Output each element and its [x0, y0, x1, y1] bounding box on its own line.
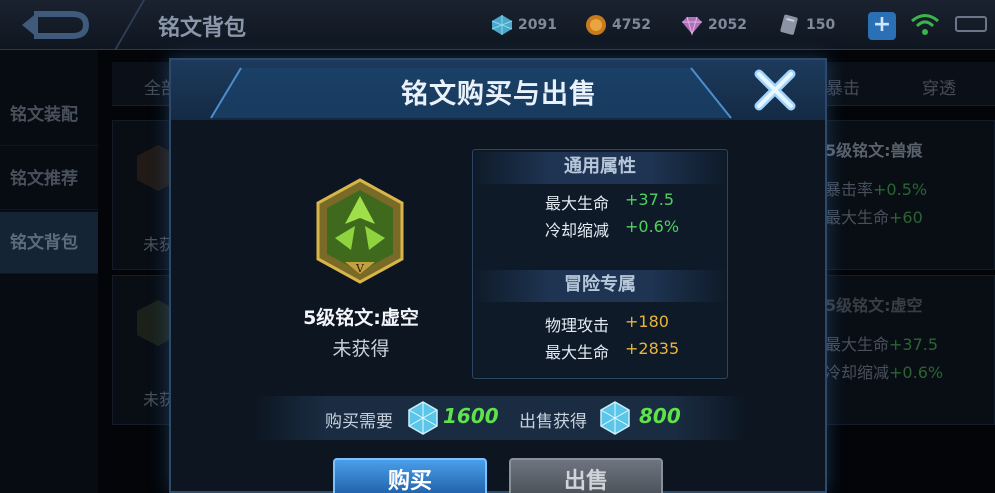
diamond-icon [682, 16, 702, 36]
adventure-attributes-heading: 冒险专属 [473, 270, 727, 302]
buy-cost-label: 购买需要 [325, 412, 393, 432]
attribute-row: 冷却缩减 +0.6% [544, 217, 680, 240]
voucher-counter: 150 [778, 12, 835, 38]
sell-gain-label: 出售获得 [519, 412, 587, 432]
attributes-panel: 通用属性 最大生命 +37.5 冷却缩减 +0.6% 冒险专属 物理攻击 +18… [472, 149, 728, 379]
sell-button[interactable]: 出售 [509, 458, 663, 493]
battery-icon [955, 16, 987, 32]
price-bar: 购买需要 1600 出售获得 800 [251, 396, 749, 440]
close-icon[interactable] [751, 66, 799, 114]
buy-button[interactable]: 购买 [333, 458, 487, 493]
top-bar: 铭文背包 2091 4752 2052 150 + [0, 0, 995, 50]
general-attributes-heading: 通用属性 [473, 152, 727, 184]
rune-void-icon: V [316, 178, 404, 284]
back-arrow-icon[interactable] [14, 6, 104, 44]
buy-cost-value: 1600 [443, 404, 499, 428]
rune-status: 未获得 [332, 338, 390, 360]
voucher-icon [780, 14, 798, 35]
crystal-icon [600, 401, 630, 435]
dialog-header: 铭文购买与出售 [171, 60, 825, 120]
page-title: 铭文背包 [158, 16, 247, 41]
crystal-icon [408, 401, 438, 435]
gold-coin-icon [586, 15, 606, 35]
dialog-title: 铭文购买与出售 [401, 79, 597, 110]
sell-gain-value: 800 [639, 404, 681, 428]
rune-trade-dialog: 铭文购买与出售 V 5级铭文:虚空 未获得 通用属性 最大生命 +37.5 冷却… [169, 58, 827, 493]
crystal-icon [491, 15, 513, 35]
crystal-counter: 2091 [490, 12, 557, 38]
attribute-row: 物理攻击 +180 [544, 312, 669, 335]
diamond-counter: 2052 [680, 12, 747, 38]
gold-counter: 4752 [584, 12, 651, 38]
add-currency-button[interactable]: + [868, 12, 896, 40]
rune-level-mark: V [355, 262, 365, 275]
attribute-row: 最大生命 +2835 [544, 339, 680, 362]
attribute-row: 最大生命 +37.5 [544, 190, 675, 213]
wifi-icon [911, 14, 939, 35]
rune-name: 5级铭文:虚空 [303, 307, 419, 329]
